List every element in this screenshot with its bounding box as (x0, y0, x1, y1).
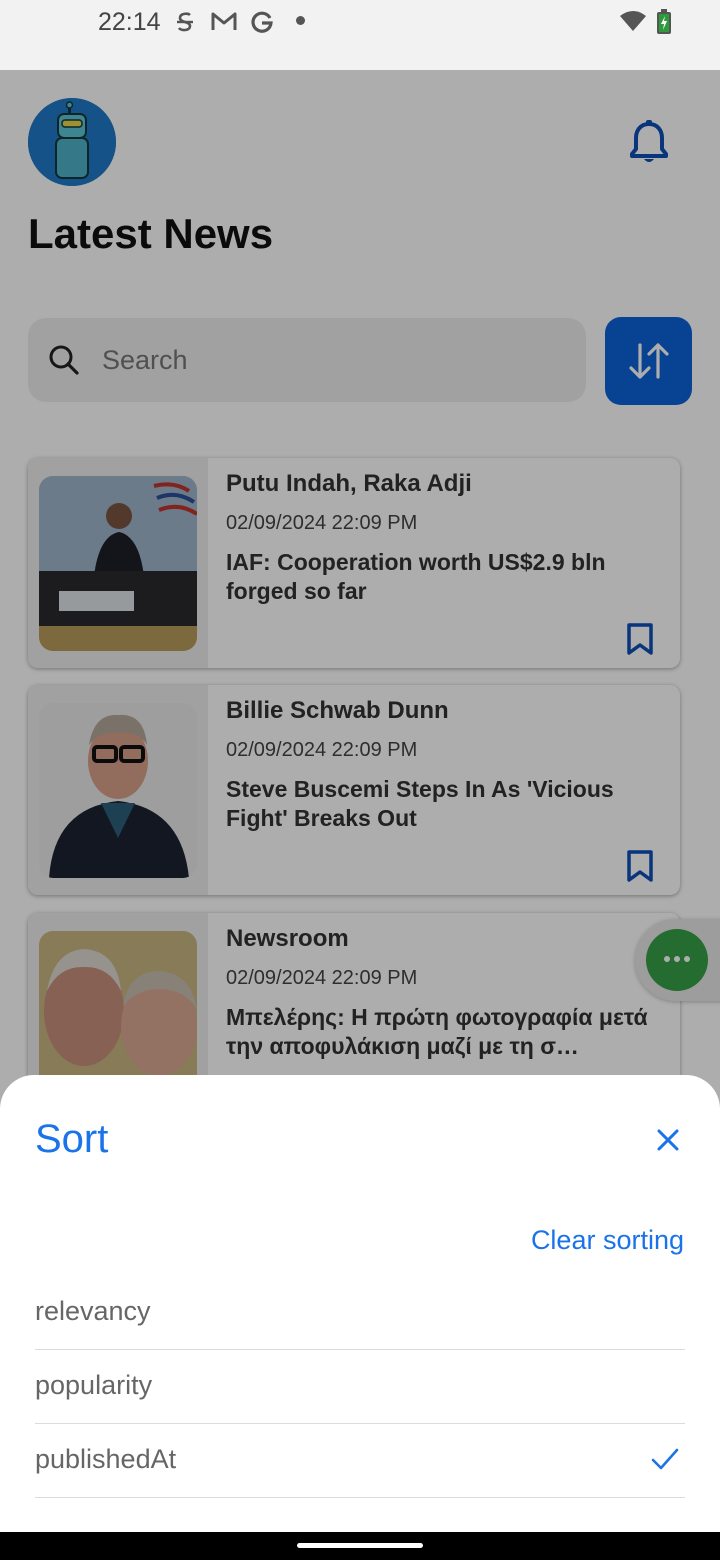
status-bar: 22:14 (0, 0, 720, 70)
sort-option-label: publishedAt (35, 1444, 177, 1474)
sort-option-publishedat[interactable]: publishedAt (35, 1424, 685, 1498)
check-icon (651, 1448, 679, 1475)
sort-option-popularity[interactable]: popularity (35, 1350, 685, 1424)
sheet-title: Sort (35, 1117, 109, 1161)
s-app-icon (174, 10, 196, 40)
google-icon (250, 10, 274, 40)
sort-option-relevancy[interactable]: relevancy (35, 1276, 685, 1350)
notification-dot-icon (296, 16, 305, 25)
close-icon[interactable] (655, 1127, 681, 1158)
battery-icon (656, 9, 672, 40)
sort-sheet: Sort Clear sorting relevancy popularity … (0, 1075, 720, 1540)
status-time: 22:14 (98, 8, 161, 36)
home-gesture-handle[interactable] (297, 1543, 423, 1548)
navigation-bar (0, 1532, 720, 1560)
sort-option-label: relevancy (35, 1296, 151, 1326)
clear-sorting-button[interactable]: Clear sorting (531, 1225, 684, 1256)
sort-option-label: popularity (35, 1370, 153, 1400)
wifi-icon (619, 10, 647, 37)
gmail-icon (210, 10, 238, 38)
